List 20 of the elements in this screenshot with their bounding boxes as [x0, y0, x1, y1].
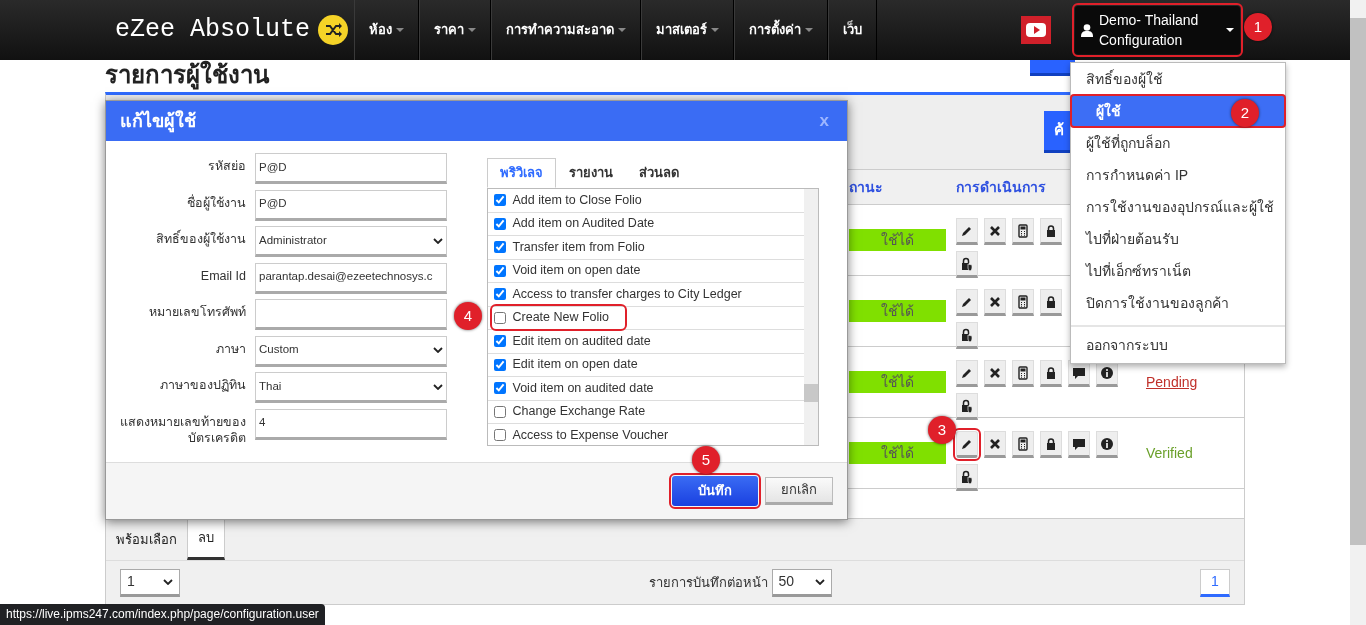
column-header: ถานะ	[849, 178, 883, 195]
column-header: การดำเนินการ	[956, 178, 1046, 195]
verification-status: Verified	[1146, 444, 1193, 461]
dialog-title: แก้ไขผู้ใช้	[120, 109, 196, 135]
field-label: หมายเลขโทรศัพท์	[148, 304, 246, 320]
status-url: https://live.ipms247.com/index.php/page/configuration.user	[0, 604, 325, 625]
field-label: แสดงหมายเลขท้ายของบัตรเครดิต	[119, 413, 246, 446]
field-label: Email Id	[199, 267, 246, 284]
status-badge: ใช้ได้	[849, 371, 946, 393]
field-label: ภาษา	[215, 340, 246, 357]
user-name: Demo- Thailand Configuration	[1099, 11, 1200, 50]
field-label: สิทธิ์ของผู้ใช้งาน	[106, 226, 246, 247]
page-title: รายการผู้ใช้งาน	[105, 61, 269, 88]
per-page-label: รายการบันทึกต่อหน้า	[648, 573, 768, 592]
status-badge: ใช้ได้	[849, 300, 946, 322]
field-label: ชื่อผู้ใช้งาน	[186, 193, 246, 211]
field-label: รหัสย่อ	[207, 158, 246, 174]
field-label: ภาษาของปฏิทิน	[159, 377, 246, 393]
status-badge: ใช้ได้	[849, 229, 946, 251]
status-badge: ใช้ได้	[849, 442, 946, 464]
